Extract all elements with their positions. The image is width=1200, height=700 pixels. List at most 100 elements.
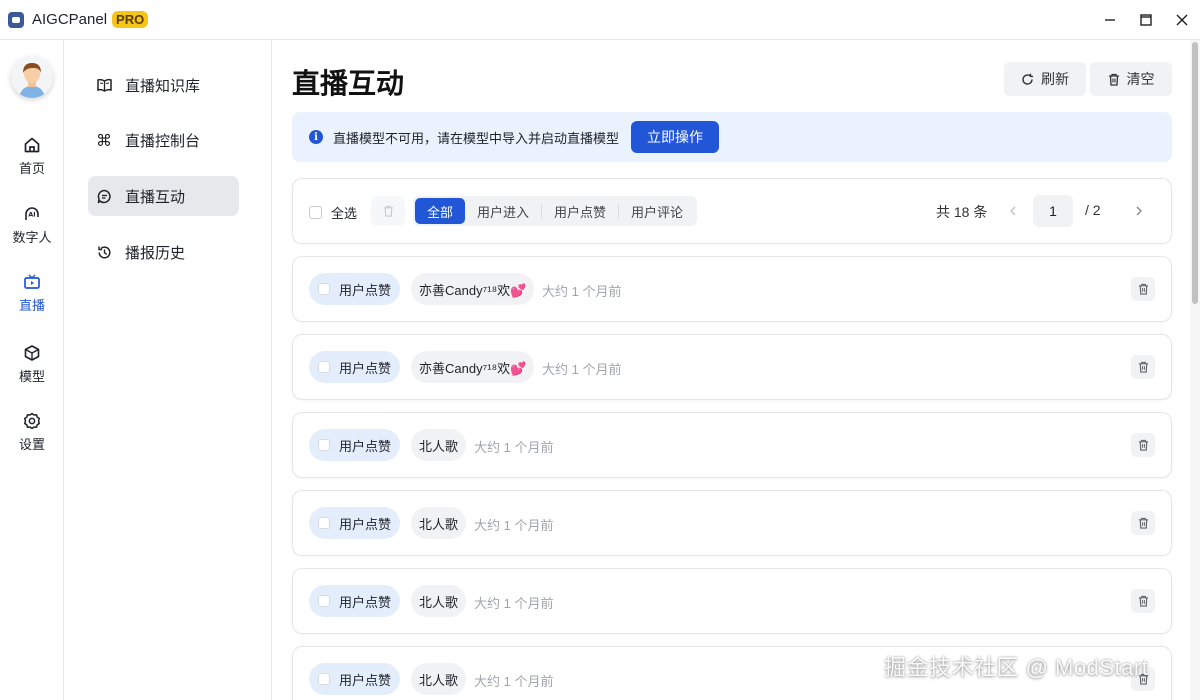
refresh-label: 刷新 (1041, 71, 1069, 87)
rail-item-label: 设置 (18, 437, 45, 452)
subnav-item-label: 直播控制台 (125, 132, 201, 150)
main-content: 直播互动 刷新 清空 i 直播模型不可用，请在模型中导入并启动直播模型 立即操作… (272, 40, 1190, 700)
list-item: 用户点赞 亦善Candy⁷¹⁸欢💕 大约 1 个月前 (292, 256, 1172, 322)
subnav-item-interaction[interactable]: 直播互动 (88, 176, 239, 216)
trash-icon (1108, 73, 1120, 86)
maximize-button[interactable] (1128, 0, 1164, 40)
bulk-delete-button[interactable] (371, 196, 405, 226)
event-type-pill[interactable]: 用户点赞 (309, 507, 401, 539)
avatar[interactable] (11, 56, 53, 98)
rail-item-model[interactable]: 模型 (0, 336, 64, 392)
command-icon: ⌘ (96, 130, 112, 150)
rail-item-digital-human[interactable]: AI 数字人 (0, 197, 64, 253)
cube-icon (22, 343, 42, 363)
username-pill: 亦善Candy⁷¹⁸欢💕 (411, 273, 535, 305)
rail-item-home[interactable]: 首页 (0, 128, 64, 184)
trash-icon (1138, 283, 1148, 295)
alert-message: 直播模型不可用，请在模型中导入并启动直播模型 (333, 130, 620, 146)
row-checkbox[interactable] (318, 673, 330, 685)
close-button[interactable] (1164, 0, 1200, 40)
trash-icon (1138, 439, 1148, 451)
list-item: 用户点赞 北人歌 大约 1 个月前 (292, 568, 1172, 634)
subnav-item-label: 直播知识库 (125, 77, 201, 95)
subnav-item-label: 播报历史 (125, 244, 186, 262)
event-type-pill[interactable]: 用户点赞 (309, 663, 401, 695)
page-number-input[interactable] (1033, 195, 1073, 227)
row-delete-button[interactable] (1131, 277, 1155, 301)
list-item: 用户点赞 亦善Candy⁷¹⁸欢💕 大约 1 个月前 (292, 334, 1172, 400)
total-count: 共 18 条 (936, 204, 988, 220)
event-time: 大约 1 个月前 (474, 518, 554, 533)
home-icon (22, 135, 42, 155)
event-type-pill[interactable]: 用户点赞 (309, 585, 401, 617)
clear-label: 清空 (1126, 71, 1155, 87)
rail-item-live[interactable]: 直播 (0, 265, 64, 321)
live-tv-icon (22, 272, 42, 292)
gear-icon (22, 411, 42, 431)
app-name: AIGCPanel (32, 11, 108, 28)
event-type-label: 用户点赞 (339, 438, 392, 454)
row-checkbox[interactable] (318, 517, 330, 529)
subnav-item-history[interactable]: 播报历史 (88, 232, 239, 272)
subnav-item-console[interactable]: ⌘ 直播控制台 (88, 120, 239, 160)
refresh-button[interactable]: 刷新 (1004, 62, 1086, 96)
event-time: 大约 1 个月前 (474, 596, 554, 611)
event-type-pill[interactable]: 用户点赞 (309, 273, 401, 305)
rail-item-label: 直播 (18, 298, 45, 313)
row-checkbox[interactable] (318, 361, 330, 373)
book-icon (96, 77, 112, 93)
trash-icon (383, 205, 393, 217)
list-item: 用户点赞 北人歌 大约 1 个月前 (292, 490, 1172, 556)
username-pill: 北人歌 (411, 507, 467, 539)
info-icon: i (309, 130, 323, 144)
filter-tab-user-like[interactable]: 用户点赞 (542, 198, 618, 224)
chevron-right-icon (1136, 206, 1142, 216)
event-type-label: 用户点赞 (339, 360, 392, 376)
prev-page-button[interactable] (1001, 199, 1025, 223)
clear-button[interactable]: 清空 (1090, 62, 1172, 96)
page-title: 直播互动 (292, 67, 405, 100)
select-all-checkbox[interactable]: 全选 (309, 203, 357, 222)
row-checkbox[interactable] (318, 283, 330, 295)
event-type-pill[interactable]: 用户点赞 (309, 429, 401, 461)
row-delete-button[interactable] (1131, 433, 1155, 457)
refresh-icon (1021, 73, 1034, 86)
event-type-label: 用户点赞 (339, 672, 392, 688)
rail-item-label: 模型 (18, 369, 45, 384)
trash-icon (1138, 517, 1148, 529)
filter-tab-user-enter[interactable]: 用户进入 (465, 198, 541, 224)
next-page-button[interactable] (1127, 199, 1151, 223)
page-total: / 2 (1085, 202, 1101, 218)
select-all-label: 全选 (331, 206, 358, 221)
pro-badge: PRO (112, 11, 149, 28)
row-checkbox[interactable] (318, 595, 330, 607)
filter-tab-user-comment[interactable]: 用户评论 (619, 198, 695, 224)
close-icon (1176, 14, 1188, 26)
scrollbar[interactable] (1190, 40, 1200, 700)
app-logo-icon (8, 11, 24, 28)
row-delete-button[interactable] (1131, 511, 1155, 535)
title-bar: AIGCPanel PRO (0, 0, 1200, 40)
watermark: 掘金技术社区 @ ModStart (884, 655, 1149, 680)
username-pill: 北人歌 (411, 429, 467, 461)
row-checkbox[interactable] (318, 439, 330, 451)
rail-item-settings[interactable]: 设置 (0, 404, 64, 460)
checkbox[interactable] (309, 206, 322, 219)
row-delete-button[interactable] (1131, 355, 1155, 379)
event-type-label: 用户点赞 (339, 594, 392, 610)
scrollbar-thumb[interactable] (1192, 42, 1198, 304)
event-type-label: 用户点赞 (339, 282, 392, 298)
chevron-left-icon (1010, 206, 1016, 216)
alert-action-button[interactable]: 立即操作 (631, 121, 720, 153)
username-pill: 北人歌 (411, 663, 467, 695)
subnav-item-knowledge-base[interactable]: 直播知识库 (88, 65, 239, 105)
filter-tab-all[interactable]: 全部 (415, 198, 466, 224)
interaction-toolbar: 全选 全部 用户进入 用户点赞 用户评论 共 18 条 / 2 (292, 178, 1172, 244)
model-unavailable-alert: i 直播模型不可用，请在模型中导入并启动直播模型 立即操作 (292, 112, 1172, 162)
username-pill: 亦善Candy⁷¹⁸欢💕 (411, 351, 535, 383)
event-type-pill[interactable]: 用户点赞 (309, 351, 401, 383)
row-delete-button[interactable] (1131, 589, 1155, 613)
minimize-button[interactable] (1092, 0, 1128, 40)
event-time: 大约 1 个月前 (542, 284, 622, 299)
event-time: 大约 1 个月前 (474, 440, 554, 455)
